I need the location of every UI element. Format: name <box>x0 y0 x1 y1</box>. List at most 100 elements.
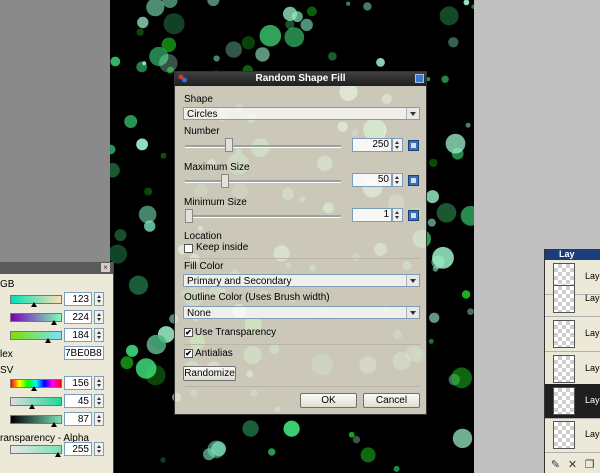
bokeh-circle <box>160 457 166 463</box>
fill-color-select[interactable]: Primary and Secondary <box>183 274 420 287</box>
duplicate-layer-icon[interactable]: ❐ <box>583 459 596 471</box>
max-size-reset-icon[interactable] <box>408 175 419 186</box>
bokeh-circle <box>128 275 149 295</box>
layer-thumbnail <box>553 421 575 449</box>
saturation-slider[interactable] <box>10 397 62 406</box>
bokeh-circle <box>285 20 295 30</box>
green-slider-thumb[interactable] <box>51 320 57 325</box>
bokeh-circle <box>460 205 474 226</box>
bokeh-circle <box>207 0 220 7</box>
colors-panel: × GB 123 224 184 lex 7BE0B8 SV 156 45 87… <box>0 262 114 473</box>
min-size-stepper[interactable] <box>392 208 403 222</box>
divider <box>183 386 420 387</box>
saturation-slider-thumb[interactable] <box>29 404 35 409</box>
green-row: 224 <box>0 310 113 328</box>
value-input[interactable]: 87 <box>64 412 92 426</box>
dialog-titlebar[interactable]: Random Shape Fill <box>175 72 426 86</box>
max-size-label: Maximum Size <box>184 162 250 173</box>
bokeh-circle <box>363 2 372 11</box>
red-input[interactable]: 123 <box>64 292 92 306</box>
bokeh-circle <box>346 1 351 6</box>
min-size-reset-icon[interactable] <box>408 210 419 221</box>
red-slider-thumb[interactable] <box>31 302 37 307</box>
layer-row[interactable]: Laye <box>545 282 600 317</box>
number-input[interactable]: 250 <box>352 138 392 152</box>
keep-inside-checkbox[interactable] <box>184 244 193 253</box>
max-size-stepper[interactable] <box>392 173 403 187</box>
min-size-input[interactable]: 1 <box>352 208 392 222</box>
add-layer-icon[interactable]: ✎ <box>549 459 562 471</box>
bokeh-circle <box>467 308 474 315</box>
bokeh-circle <box>426 190 439 204</box>
alpha-input[interactable]: 255 <box>64 442 92 456</box>
hue-input[interactable]: 156 <box>64 376 92 390</box>
antialias-checkbox[interactable]: ✔ <box>184 349 193 358</box>
bokeh-circle <box>284 27 305 48</box>
min-size-slider-thumb[interactable] <box>185 209 193 223</box>
help-icon[interactable] <box>415 74 424 83</box>
cancel-button[interactable]: Cancel <box>363 393 420 408</box>
bokeh-circle <box>348 431 355 438</box>
value-slider-thumb[interactable] <box>51 422 57 427</box>
value-stepper[interactable] <box>94 412 104 426</box>
bokeh-circle <box>135 358 157 379</box>
alpha-stepper[interactable] <box>94 442 104 456</box>
bokeh-circle <box>255 47 270 62</box>
ok-button[interactable]: OK <box>300 393 357 408</box>
blue-slider[interactable] <box>10 331 62 340</box>
blue-stepper[interactable] <box>94 328 104 342</box>
saturation-input[interactable]: 45 <box>64 394 92 408</box>
max-size-input[interactable]: 50 <box>352 173 392 187</box>
use-transparency-checkbox[interactable]: ✔ <box>184 328 193 337</box>
bokeh-circle <box>120 356 134 370</box>
blue-slider-thumb[interactable] <box>45 338 51 343</box>
bokeh-circle <box>393 465 400 472</box>
red-stepper[interactable] <box>94 292 104 306</box>
number-slider-thumb[interactable] <box>224 138 233 152</box>
min-size-slider[interactable] <box>185 215 341 218</box>
bokeh-circle <box>151 335 167 350</box>
alpha-slider-thumb[interactable] <box>55 452 61 457</box>
randomize-button[interactable]: Randomize <box>183 366 236 381</box>
number-stepper[interactable] <box>392 138 403 152</box>
hex-input[interactable]: 7BE0B8 <box>64 346 104 360</box>
number-slider[interactable] <box>185 145 341 148</box>
max-size-slider-thumb[interactable] <box>220 174 229 188</box>
close-icon[interactable]: × <box>101 263 110 272</box>
green-stepper[interactable] <box>94 310 104 324</box>
antialias-label: Antialias <box>195 348 233 359</box>
bokeh-circle <box>428 338 434 344</box>
layer-row[interactable]: Laye <box>545 317 600 352</box>
divider <box>183 258 420 259</box>
layer-row[interactable]: Laye <box>545 352 600 387</box>
bokeh-circle <box>463 0 470 6</box>
hue-stepper[interactable] <box>94 376 104 390</box>
bokeh-circle <box>138 205 157 224</box>
rgb-section-label: GB <box>0 279 15 290</box>
colors-panel-titlebar: × <box>0 262 113 274</box>
saturation-stepper[interactable] <box>94 394 104 408</box>
layer-row[interactable]: Laye <box>545 418 600 453</box>
bokeh-circle <box>126 344 139 357</box>
hue-row: 156 <box>0 376 113 394</box>
bokeh-circle <box>110 162 120 178</box>
bokeh-circle <box>241 36 256 50</box>
green-input[interactable]: 224 <box>64 310 92 324</box>
bokeh-circle <box>448 37 459 48</box>
max-size-slider[interactable] <box>185 180 341 183</box>
bokeh-circle <box>352 435 361 444</box>
number-reset-icon[interactable] <box>408 140 419 151</box>
bokeh-circle <box>376 58 385 67</box>
bokeh-circle <box>110 244 128 264</box>
blue-input[interactable]: 184 <box>64 328 92 342</box>
layer-row-selected[interactable]: Laye <box>545 384 600 419</box>
hue-slider-thumb[interactable] <box>31 386 37 391</box>
fill-color-label: Fill Color <box>184 261 224 272</box>
delete-layer-icon[interactable]: ✕ <box>566 459 579 471</box>
outline-color-label: Outline Color (Uses Brush width) <box>184 292 330 303</box>
bokeh-circle <box>203 448 215 461</box>
bokeh-circle <box>142 61 147 66</box>
shape-select[interactable]: Circles <box>183 107 420 120</box>
bokeh-circle <box>439 6 459 26</box>
outline-color-select[interactable]: None <box>183 306 420 319</box>
